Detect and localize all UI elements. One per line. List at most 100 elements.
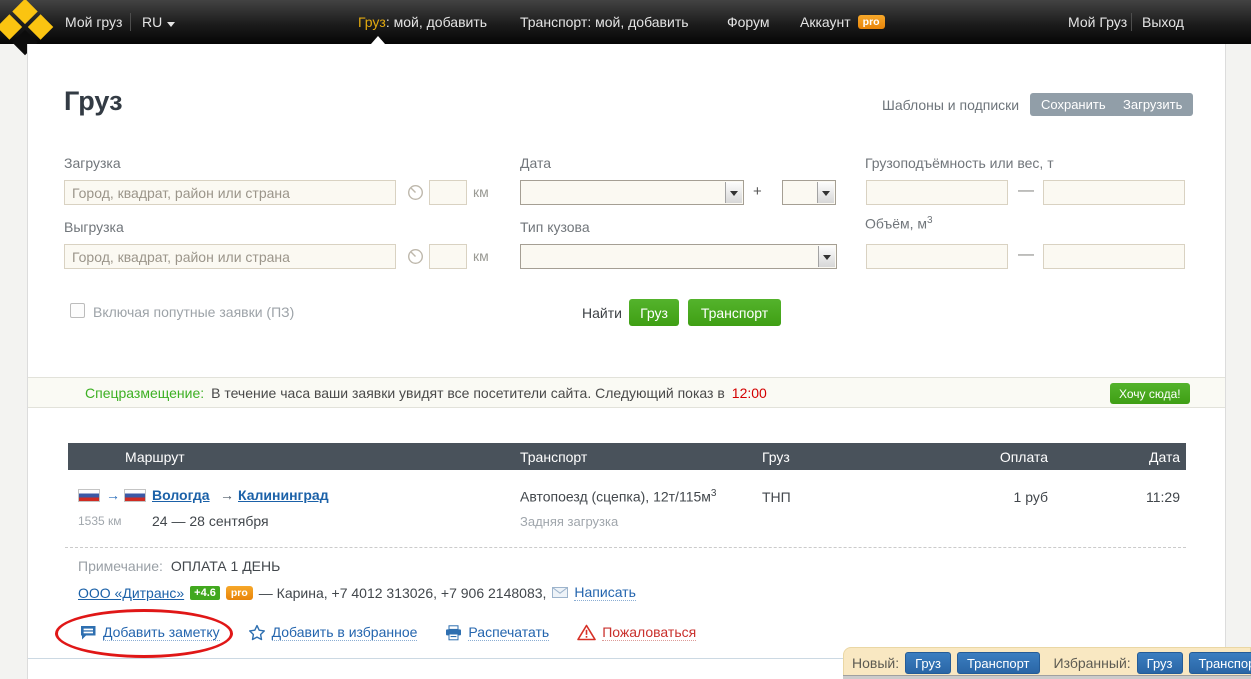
nav-divider (1131, 13, 1132, 31)
print-link[interactable]: Распечатать (468, 624, 549, 641)
favorite-transport-button[interactable]: Транспорт (1189, 652, 1251, 674)
time-value: 11:29 (1110, 489, 1180, 505)
new-cargo-button[interactable]: Груз (905, 652, 951, 674)
to-city-link[interactable]: Калининград (238, 487, 329, 503)
top-nav-bar: Мой груз RU Груз: мой, добавить Транспор… (0, 0, 1251, 44)
loading-label: Загрузка (64, 155, 121, 171)
capacity-to-input[interactable] (1043, 180, 1185, 205)
dropdown-arrow-icon (818, 246, 835, 267)
rating-badge[interactable]: +4.6 (190, 586, 220, 600)
save-template-button[interactable]: Сохранить (1030, 93, 1117, 116)
cargo-value: ТНП (762, 489, 791, 505)
find-cargo-button[interactable]: Груз (629, 299, 679, 326)
bottom-scrollbar-strip (843, 675, 1251, 679)
company-line: ООО «Дитранс» +4.6 pro — Карина, +7 4012… (78, 584, 636, 601)
nav-my-cargo[interactable]: Мой груз (65, 14, 122, 30)
route-arrow: → (106, 487, 120, 503)
favorite-label: Избранный: (1054, 655, 1131, 671)
language-label: RU (142, 14, 162, 30)
russia-flag-icon (78, 489, 100, 502)
row-actions: Добавить заметку Добавить в избранное Ра… (80, 624, 696, 641)
body-type-select[interactable] (520, 244, 837, 269)
nav-logout[interactable]: Выход (1142, 14, 1184, 30)
find-label: Найти (582, 305, 622, 321)
km-unit-label: км (473, 184, 489, 200)
envelope-icon (552, 587, 568, 598)
volume-from-input[interactable] (866, 244, 1008, 269)
distance-value: 1535 км (78, 514, 122, 528)
print-action[interactable]: Распечатать (445, 624, 549, 641)
banner-time: 12:00 (732, 385, 767, 401)
nav-transport[interactable]: Транспорт: мой, добавить (520, 14, 689, 30)
radius-icon (407, 184, 424, 206)
new-transport-button[interactable]: Транспорт (957, 652, 1040, 674)
payment-value: 1 руб (960, 489, 1048, 505)
ps-checkbox-label[interactable]: Включая попутные заявки (ПЗ) (93, 304, 294, 320)
templates-subscriptions-label: Шаблоны и подписки (882, 97, 1019, 113)
loading-city-input[interactable] (64, 180, 396, 205)
nav-account-label: Аккаунт (800, 14, 851, 30)
dates-value: 24 — 28 сентября (152, 513, 269, 529)
column-cargo: Груз (762, 449, 790, 465)
column-transport: Транспорт (520, 449, 587, 465)
find-transport-button[interactable]: Транспорт (688, 299, 781, 326)
nav-cargo-rest: : мой, добавить (386, 14, 487, 30)
plus-separator: + (753, 183, 762, 200)
printer-icon (445, 625, 462, 641)
load-template-button[interactable]: Загрузить (1112, 93, 1193, 116)
language-selector[interactable]: RU (142, 14, 175, 30)
nav-forum[interactable]: Форум (727, 14, 770, 30)
transport-text: Автопоезд (сцепка), 12т/115м (520, 489, 711, 505)
note-label: Примечание: (78, 558, 163, 574)
new-label: Новый: (852, 655, 899, 671)
unloading-city-input[interactable] (64, 244, 396, 269)
want-here-button[interactable]: Хочу сюда! (1110, 383, 1190, 404)
add-favorite-action[interactable]: Добавить в избранное (248, 624, 418, 641)
city-arrow: → (220, 487, 234, 503)
column-payment: Оплата (960, 449, 1048, 465)
report-link[interactable]: Пожаловаться (602, 624, 696, 641)
favorite-cargo-button[interactable]: Груз (1137, 652, 1183, 674)
add-note-link[interactable]: Добавить заметку (103, 624, 220, 641)
star-icon (248, 624, 266, 641)
radius-icon (407, 248, 424, 270)
add-note-action[interactable]: Добавить заметку (80, 624, 220, 641)
active-tab-caret (371, 36, 385, 44)
contact-text: — Карина, +7 4012 313026, +7 906 2148083… (259, 585, 547, 601)
date-select[interactable] (520, 180, 744, 205)
chevron-down-icon (167, 22, 175, 27)
capacity-from-input[interactable] (866, 180, 1008, 205)
write-message-link[interactable]: Написать (574, 584, 635, 601)
nav-my-cargo-right[interactable]: Мой Груз (1068, 14, 1127, 30)
page-title: Груз (64, 86, 123, 117)
pro-badge: pro (226, 586, 253, 600)
range-dash: — (1018, 246, 1034, 264)
special-placement-banner: Спецразмещение: В течение часа ваши заяв… (28, 377, 1225, 408)
row-separator (65, 547, 1186, 548)
russia-flag-icon (124, 489, 146, 502)
nav-account[interactable]: Аккаунтpro (800, 14, 885, 30)
from-city-link[interactable]: Вологда (152, 487, 210, 503)
date-plus-select[interactable] (782, 180, 836, 205)
page: Мой груз RU Груз: мой, добавить Транспор… (0, 0, 1251, 679)
ps-checkbox[interactable] (70, 303, 85, 318)
company-link[interactable]: ООО «Дитранс» (78, 585, 184, 601)
unloading-radius-input[interactable] (429, 244, 467, 269)
add-favorite-link[interactable]: Добавить в избранное (272, 624, 418, 641)
nav-cargo[interactable]: Груз: мой, добавить (358, 14, 487, 30)
note-icon (80, 625, 97, 640)
column-date: Дата (1110, 449, 1180, 465)
nav-cargo-active: Груз (358, 14, 386, 30)
date-label: Дата (520, 155, 551, 171)
volume-to-input[interactable] (1043, 244, 1185, 269)
dropdown-arrow-icon (817, 182, 834, 203)
nav-divider (130, 13, 131, 31)
km-unit-label: км (473, 248, 489, 264)
loading-type-value: Задняя загрузка (520, 514, 618, 529)
report-action[interactable]: Пожаловаться (577, 624, 696, 641)
banner-label: Спецразмещение: (85, 385, 204, 401)
loading-radius-input[interactable] (429, 180, 467, 205)
volume-label-text: Объём, м (865, 216, 927, 232)
note-line: Примечание: ОПЛАТА 1 ДЕНЬ (78, 558, 280, 574)
warning-icon (577, 624, 596, 641)
